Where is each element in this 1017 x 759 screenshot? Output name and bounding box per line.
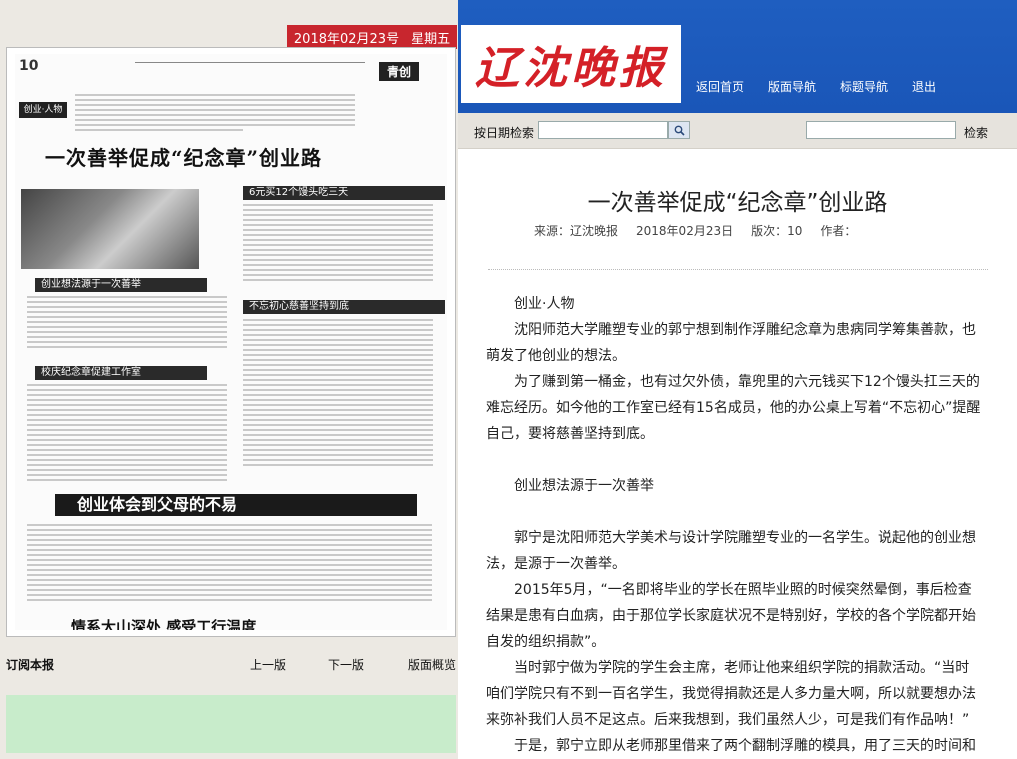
info-panel (6, 695, 456, 753)
thumb-box-b[interactable]: 创业想法源于一次善举 (35, 278, 207, 292)
paragraph: 沈阳师范大学雕塑专业的郭宁想到制作浮雕纪念章为患病同学筹集善款，也萌发了他创业的… (486, 322, 976, 364)
paragraph: 当时郭宁做为学院的学生会主席，老师让他来组织学院的捐款活动。“当时咱们学院只有不… (486, 660, 976, 728)
article-source: 来源：辽沈晚报 (534, 224, 619, 238)
top-nav: 返回首页 版面导航 标题导航 退出 (696, 78, 936, 95)
issue-date: 2018年02月23号 (293, 31, 400, 47)
nav-title-navigation[interactable]: 标题导航 (840, 78, 888, 95)
thumb-box-d[interactable]: 校庆纪念章促建工作室 (35, 366, 207, 380)
thumb-headline[interactable]: 一次善举促成“纪念章”创业路 (45, 142, 322, 171)
paragraph: 郭宁是沈阳师范大学美术与设计学院雕塑专业的一名学生。说起他的创业想法，是源于一次… (486, 530, 976, 572)
date-search-label: 按日期检索 (474, 126, 535, 140)
thumb-photo (21, 189, 199, 269)
thumb-lead-text (75, 94, 355, 134)
thumb-page-number: 10 (19, 58, 39, 74)
thumb-box-a[interactable]: 6元买12个馒头吃三天 (243, 186, 445, 200)
article-body: 创业·人物 沈阳师范大学雕塑专业的郭宁想到制作浮雕纪念章为患病同学筹集善款，也萌… (486, 291, 981, 759)
article-date: 2018年02月23日 (636, 224, 734, 238)
thumb-col-text (243, 204, 433, 284)
article-page: 版次：10 (751, 224, 803, 238)
subscribe-link[interactable]: 订阅本报 (6, 656, 54, 673)
paragraph: 为了赚到第一桶金，也有过欠外债，靠兜里的六元钱买下12个馒头扛三天的难忘经历。如… (486, 374, 981, 442)
thumb-col-text (27, 296, 227, 351)
divider (488, 269, 988, 270)
thumbnail-image[interactable]: 10 青创 创业·人物 一次善举促成“纪念章”创业路 6元买12个馒头吃三天 创… (15, 54, 447, 630)
article-meta: 来源：辽沈晚报 2018年02月23日 版次：10 作者： (534, 222, 856, 239)
thumb-col-text (27, 384, 227, 484)
section-subheading: 创业想法源于一次善举 (514, 478, 654, 494)
paragraph: 于是，郭宁立即从老师那里借来了两个翻制浮雕的模具，用了三天的时间和 (514, 738, 976, 754)
search-bar: 按日期检索 检索 (458, 113, 1017, 149)
logo-text: 辽沈晚报 (475, 43, 667, 94)
magnifier-icon (674, 125, 685, 136)
thumb-headline-bottom[interactable]: 情系大山深处 感受工行温度 (71, 616, 256, 630)
article-panel: 一次善举促成“纪念章”创业路 来源：辽沈晚报 2018年02月23日 版次：10… (458, 149, 1017, 759)
keyword-search-input[interactable] (806, 121, 956, 139)
nav-logout[interactable]: 退出 (912, 78, 936, 95)
paragraph: 2015年5月，“一名即将毕业的学长在照毕业照的时候突然晕倒，事后检查结果是患有… (486, 582, 976, 650)
page-thumbnail[interactable]: 10 青创 创业·人物 一次善举促成“纪念章”创业路 6元买12个馒头吃三天 创… (6, 47, 456, 637)
nav-home[interactable]: 返回首页 (696, 78, 744, 95)
issue-date-bar: 2018年02月23号 星期五 (287, 25, 457, 49)
thumb-sub-tag: 创业·人物 (19, 102, 67, 118)
thumb-lower-text (27, 524, 432, 604)
thumb-headline-second[interactable]: 创业体会到父母的不易 (55, 494, 417, 516)
prev-page-link[interactable]: 上一版 (250, 656, 286, 673)
next-page-link[interactable]: 下一版 (328, 656, 364, 673)
article-author: 作者： (820, 224, 857, 238)
logo[interactable]: 辽沈晚报 (461, 25, 681, 103)
thumb-header-rule (135, 62, 365, 69)
paragraph: 创业·人物 (514, 296, 575, 312)
page-overview-link[interactable]: 版面概览 (408, 656, 456, 673)
issue-weekday: 星期五 (411, 31, 451, 47)
thumb-col-text (243, 319, 433, 469)
search-button[interactable]: 检索 (964, 124, 988, 141)
search-icon[interactable] (668, 121, 690, 139)
thumb-section-tag: 青创 (378, 62, 419, 81)
nav-page-navigation[interactable]: 版面导航 (768, 78, 816, 95)
date-search-input[interactable] (538, 121, 668, 139)
thumb-box-c[interactable]: 不忘初心慈善坚持到底 (243, 300, 445, 314)
page-links: 订阅本报 上一版 下一版 版面概览 (6, 656, 456, 672)
article-title: 一次善举促成“纪念章”创业路 (587, 190, 888, 216)
